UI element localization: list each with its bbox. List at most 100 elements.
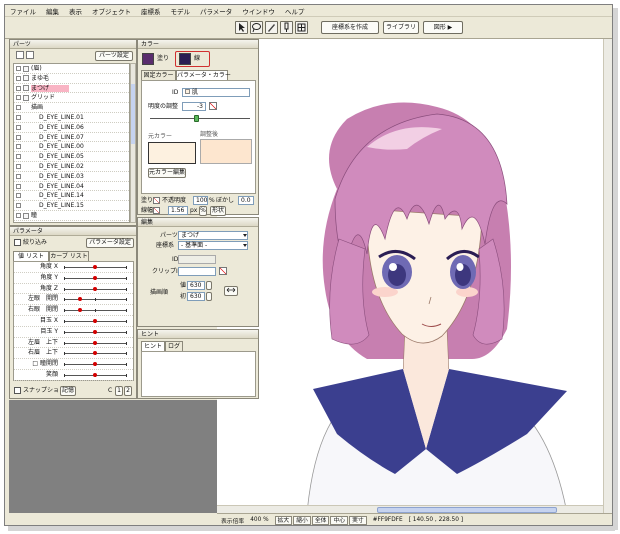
- menu-item[interactable]: 座標系: [136, 6, 166, 16]
- drawing-canvas[interactable]: [217, 39, 611, 513]
- expand-toggle-icon[interactable]: [16, 124, 21, 130]
- canvas-horizontal-scrollbar[interactable]: [217, 505, 603, 513]
- slider-knob[interactable]: [93, 329, 97, 334]
- zoom-out-button[interactable]: 縮小: [293, 515, 311, 525]
- parameter-settings-button[interactable]: パラメータ設定: [86, 238, 134, 248]
- tree-row[interactable]: D_EYE_LINE.15: [14, 201, 129, 211]
- shape-button[interactable]: 図形 ▶: [423, 21, 463, 34]
- actual-size-button[interactable]: 実寸: [349, 515, 367, 525]
- tree-row[interactable]: D_EYE_LINE.01: [14, 113, 129, 123]
- tab-hint[interactable]: ヒント: [141, 341, 165, 351]
- line-color-selector[interactable]: 線: [175, 51, 210, 67]
- menu-item[interactable]: 編集: [41, 6, 64, 16]
- narrow-checkbox[interactable]: [14, 239, 21, 246]
- expand-toggle-icon[interactable]: [16, 154, 21, 160]
- expand-toggle-icon[interactable]: [16, 105, 21, 111]
- parameter-slider[interactable]: [64, 297, 127, 302]
- expand-toggle-icon[interactable]: [16, 85, 21, 91]
- line-color-swatch[interactable]: [179, 53, 191, 65]
- expand-toggle-icon[interactable]: [16, 193, 21, 199]
- lock-icon[interactable]: [26, 51, 34, 59]
- fit-all-button[interactable]: 全体: [311, 515, 330, 525]
- canvas-vertical-scrollbar[interactable]: [603, 39, 612, 513]
- tab-log[interactable]: ログ: [165, 341, 183, 351]
- create-coord-button[interactable]: 座標系を作成: [321, 21, 379, 34]
- line-width-input[interactable]: 1.56: [168, 206, 188, 215]
- blur-input[interactable]: 0.0: [238, 196, 254, 205]
- percent-button[interactable]: %: [199, 206, 207, 216]
- expand-toggle-icon[interactable]: [16, 95, 21, 101]
- pin-tool[interactable]: [280, 21, 293, 34]
- parts-scroll-thumb[interactable]: [131, 84, 135, 144]
- memory-button[interactable]: 記憶: [60, 386, 76, 396]
- tree-row[interactable]: 描画: [14, 103, 129, 113]
- tree-row[interactable]: D_EYE_LINE.03: [14, 172, 129, 182]
- expand-toggle-icon[interactable]: [16, 134, 21, 140]
- slider-knob[interactable]: [93, 340, 97, 345]
- snapshot-checkbox[interactable]: [14, 387, 21, 394]
- parts-settings-button[interactable]: パーツ設定: [95, 51, 133, 61]
- original-color-box[interactable]: [148, 142, 196, 164]
- tree-row[interactable]: (眉): [14, 64, 129, 74]
- line-none-icon[interactable]: [153, 207, 160, 214]
- parts-tree[interactable]: (眉) まゆ毛 まつげ グリッド 描画 D_EYE_LINE.01 D_EYE_LINE.0…: [13, 63, 130, 223]
- tree-row[interactable]: 瞳: [14, 211, 129, 221]
- parameter-slider[interactable]: [64, 275, 127, 280]
- expand-toggle-icon[interactable]: [16, 75, 21, 81]
- slider-knob[interactable]: [93, 275, 97, 280]
- parameter-slider[interactable]: [64, 340, 127, 345]
- tree-row[interactable]: D_EYE_LINE.07: [14, 133, 129, 143]
- edit-original-color-button[interactable]: 元カラー編集: [148, 168, 186, 178]
- visibility-icon[interactable]: [23, 75, 29, 82]
- slider-knob[interactable]: [93, 265, 97, 269]
- default-step-button[interactable]: [206, 292, 212, 301]
- visibility-icon[interactable]: [23, 212, 29, 219]
- tree-row[interactable]: D_EYE_LINE.02: [14, 162, 129, 172]
- parameter-slider[interactable]: [64, 265, 127, 269]
- expand-toggle-icon[interactable]: [16, 213, 21, 218]
- tab-fixed-color[interactable]: 固定カラー: [141, 70, 176, 80]
- expand-toggle-icon[interactable]: [16, 115, 21, 120]
- slider-knob[interactable]: [93, 286, 97, 291]
- select-arrow-tool[interactable]: [235, 21, 248, 34]
- clip-id-input[interactable]: [178, 267, 216, 276]
- tab-parameter-color[interactable]: パラメータ・カラー: [176, 70, 231, 80]
- brightness-knob[interactable]: [194, 115, 199, 122]
- parameter-slider[interactable]: [64, 308, 127, 313]
- zoom-in-button[interactable]: 拡大: [274, 515, 293, 525]
- visibility-icon[interactable]: [23, 85, 29, 92]
- color-id-select[interactable]: 肌: [182, 88, 250, 97]
- tree-row[interactable]: D_EYE_LINE.04: [14, 182, 129, 192]
- expand-toggle-icon[interactable]: [16, 144, 21, 150]
- current-step-button[interactable]: [206, 281, 212, 290]
- visibility-icon[interactable]: [23, 94, 29, 101]
- tree-row[interactable]: グリッド: [14, 93, 129, 104]
- expand-toggle-icon[interactable]: [16, 183, 21, 189]
- reset-icon[interactable]: [209, 102, 217, 110]
- slider-knob[interactable]: [77, 297, 82, 302]
- draw-order-default-input[interactable]: 630: [187, 292, 205, 301]
- clip-clear-icon[interactable]: [219, 267, 227, 275]
- link-arrows-button[interactable]: [224, 286, 238, 296]
- slider-knob[interactable]: [77, 308, 82, 313]
- pen-tool[interactable]: [265, 21, 278, 34]
- parts-scrollbar[interactable]: [130, 63, 136, 223]
- parameter-slider[interactable]: [64, 286, 127, 291]
- tree-row[interactable]: まゆ毛: [14, 74, 129, 84]
- edit-id-input[interactable]: [178, 255, 216, 264]
- lasso-tool[interactable]: [250, 21, 263, 34]
- expand-toggle-icon[interactable]: [16, 173, 21, 179]
- menu-item[interactable]: ファイル: [5, 6, 41, 16]
- slider-knob[interactable]: [93, 351, 97, 356]
- expand-toggle-icon[interactable]: [16, 164, 21, 169]
- tree-row[interactable]: D_EYE_LINE.14: [14, 191, 129, 202]
- parameter-slider[interactable]: [64, 351, 127, 356]
- library-button[interactable]: ライブラリ: [383, 21, 419, 34]
- slider-knob[interactable]: [93, 373, 97, 377]
- fill-color-swatch[interactable]: [142, 53, 154, 65]
- menu-item[interactable]: ヘルプ: [280, 6, 310, 16]
- brightness-input[interactable]: -3: [182, 102, 206, 111]
- eye-icon[interactable]: [16, 51, 24, 59]
- menu-item[interactable]: 表示: [64, 6, 87, 16]
- fill-none-icon[interactable]: [153, 197, 160, 204]
